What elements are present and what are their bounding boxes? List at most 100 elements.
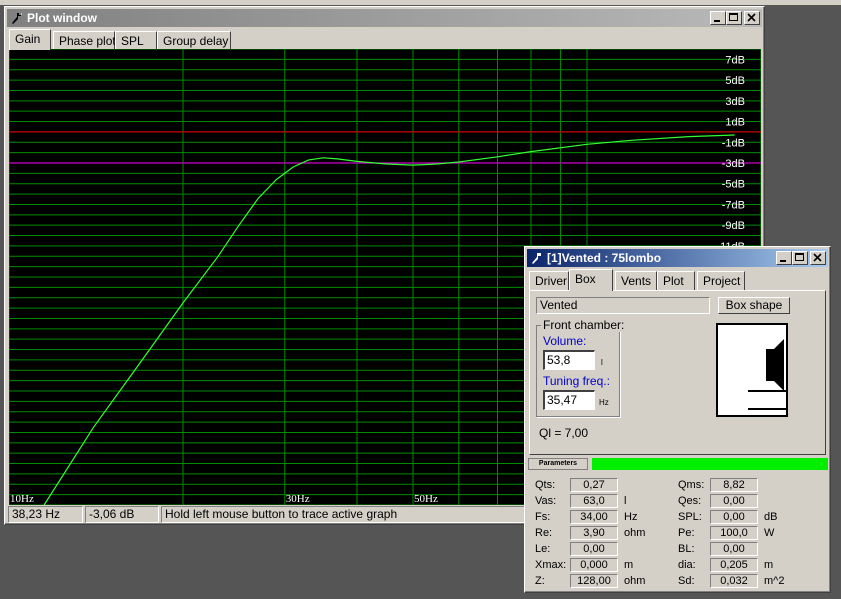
vented-tab-strip: Driver Box Vents Plot Project (529, 269, 827, 291)
param-unit: m^2 (764, 575, 785, 587)
vented-minimize-button[interactable] (776, 251, 792, 265)
param-value: 0,00 (723, 495, 745, 507)
volume-input[interactable]: 53,8 (543, 350, 595, 370)
param-label: Qms: (678, 479, 705, 491)
param-label: Le: (535, 543, 551, 555)
param-label: Sd: (678, 575, 695, 587)
param-value-field[interactable]: 0,27 (570, 478, 618, 492)
tab-box[interactable]: Box (569, 269, 613, 291)
ql-text: Ql = 7,00 (539, 426, 589, 440)
param-value: 0,27 (583, 479, 605, 491)
tab-group-delay-label: Group delay (163, 34, 229, 48)
param-unit: m (764, 559, 774, 571)
tab-driver[interactable]: Driver (529, 271, 569, 290)
front-chamber-group: Front chamber: Volume: 53,8 l Tuning fre… (536, 318, 627, 417)
box-shape-button[interactable]: Box shape (718, 297, 790, 314)
status-gain-text: -3,06 dB (89, 507, 135, 521)
parameters-header: Parameters (528, 458, 828, 470)
status-hint-text: Hold left mouse button to trace active g… (165, 507, 398, 521)
plot-window-titlebar[interactable]: Plot window (7, 9, 762, 27)
param-value: 0,032 (720, 575, 748, 587)
close-icon (747, 13, 756, 22)
tab-driver-label: Driver (535, 274, 567, 288)
param-label: Pe: (678, 527, 695, 539)
param-value: 3,90 (583, 527, 605, 539)
param-value-field[interactable]: 0,00 (710, 494, 758, 508)
tab-vents-label: Vents (621, 274, 652, 288)
tab-spl[interactable]: SPL (115, 31, 157, 50)
y-tick-label: -5dB (722, 179, 745, 191)
param-label: Fs: (535, 511, 551, 523)
close-icon (813, 253, 822, 262)
front-chamber-label: Front chamber: (541, 318, 627, 332)
y-tick-label: -7dB (722, 199, 745, 211)
tab-gain-label: Gain (15, 32, 41, 46)
param-value-field[interactable]: 63,0 (570, 494, 618, 508)
box-type-display: Vented (536, 297, 710, 314)
maximize-button[interactable] (726, 11, 742, 25)
tab-project[interactable]: Project (697, 271, 745, 290)
maximize-icon (795, 253, 804, 261)
tab-box-label: Box (575, 272, 596, 286)
param-value: 34,00 (580, 511, 608, 523)
tab-gain[interactable]: Gain (9, 29, 51, 50)
tuning-freq-value: 35,47 (547, 393, 578, 407)
y-tick-label: 5dB (725, 75, 745, 87)
param-value-field[interactable]: 0,00 (710, 542, 758, 556)
param-value: 63,0 (583, 495, 605, 507)
x-tick-label: 30Hz (286, 493, 310, 505)
param-value-field[interactable]: 3,90 (570, 526, 618, 540)
volume-unit: l (601, 358, 603, 367)
param-value-field[interactable]: 0,032 (710, 574, 758, 588)
status-frequency-text: 38,23 Hz (12, 507, 61, 521)
param-value-field[interactable]: 8,82 (710, 478, 758, 492)
tab-plot[interactable]: Plot (657, 271, 695, 290)
param-value-field[interactable]: 0,00 (570, 542, 618, 556)
tuning-freq-unit: Hz (599, 398, 609, 407)
tab-phase-plot-label: Phase plot (59, 34, 116, 48)
param-value: 0,00 (723, 543, 745, 555)
param-value-field[interactable]: 34,00 (570, 510, 618, 524)
minimize-icon (780, 260, 786, 262)
param-value: 128,00 (577, 575, 611, 587)
y-tick-label: 3dB (725, 96, 745, 108)
param-label: Qts: (535, 479, 556, 491)
vented-window-title: [1]Vented : 75lombo (547, 251, 662, 265)
status-gain: -3,06 dB (85, 506, 159, 523)
minimize-button[interactable] (710, 11, 726, 25)
param-label: Xmax: (535, 559, 567, 571)
param-value-field[interactable]: 0,00 (710, 510, 758, 524)
param-value: 0,00 (583, 543, 605, 555)
y-tick-label: -1dB (722, 137, 745, 149)
param-unit: Hz (624, 511, 638, 523)
tab-plot-label: Plot (663, 274, 684, 288)
y-tick-label: -9dB (722, 220, 745, 232)
close-button[interactable] (744, 11, 760, 25)
vented-box-window: [1]Vented : 75lombo Driver Box Vents Plo… (524, 246, 831, 593)
maximize-icon (729, 13, 738, 21)
param-value-field[interactable]: 0,000 (570, 558, 618, 572)
param-value-field[interactable]: 128,00 (570, 574, 618, 588)
tuning-freq-label: Tuning freq.: (543, 374, 610, 388)
param-value-field[interactable]: 100,0 (710, 526, 758, 540)
tab-vents[interactable]: Vents (615, 271, 657, 290)
param-unit: m (624, 559, 634, 571)
param-unit: l (624, 495, 627, 507)
param-value: 0,00 (723, 511, 745, 523)
parameters-panel: Qts: 0,27 Vas: 63,0 l Fs: 34,00 Hz Re: 3,90 ohm Le:… (528, 473, 828, 589)
tuning-freq-input[interactable]: 35,47 (543, 390, 595, 410)
param-value-field[interactable]: 0,205 (710, 558, 758, 572)
vented-window-titlebar[interactable]: [1]Vented : 75lombo (527, 249, 828, 267)
speaker-app-icon (12, 13, 22, 24)
parameters-progress-bar (592, 458, 828, 470)
tab-phase-plot[interactable]: Phase plot (53, 31, 116, 50)
vented-maximize-button[interactable] (792, 251, 808, 265)
param-value: 100,0 (720, 527, 748, 539)
param-label: BL: (678, 543, 695, 555)
param-value: 8,82 (723, 479, 745, 491)
tab-group-delay[interactable]: Group delay (157, 31, 231, 50)
parameters-label-box: Parameters (528, 458, 588, 470)
param-unit: dB (764, 511, 778, 523)
box-type-text: Vented (540, 298, 578, 312)
vented-close-button[interactable] (810, 251, 826, 265)
